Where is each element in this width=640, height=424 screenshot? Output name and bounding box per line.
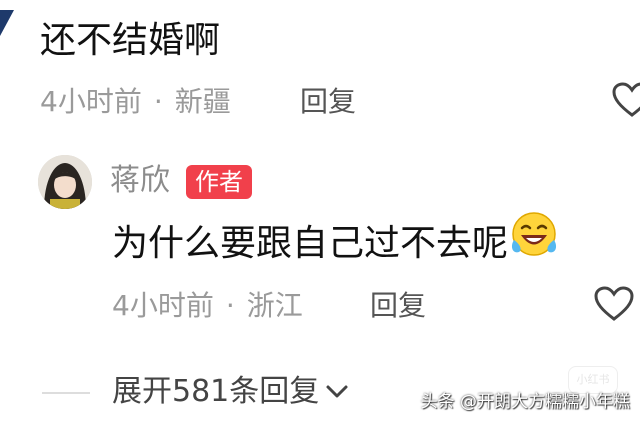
reply-button[interactable]: 回复 [370, 286, 426, 326]
avatar[interactable] [38, 155, 92, 209]
reply-text: 为什么要跟自己过不去呢 [112, 212, 558, 272]
heart-outline-icon[interactable] [612, 82, 640, 122]
comment-meta: 4小时前 · 新疆 [40, 82, 231, 122]
author-name[interactable]: 蒋欣 [110, 160, 170, 202]
expand-replies-button[interactable]: 展开581条回复 [112, 370, 349, 414]
reply-time: 4小时前 [112, 289, 214, 322]
reply-button[interactable]: 回复 [300, 82, 356, 122]
chevron-down-icon [325, 369, 349, 413]
meta-separator: · [225, 289, 235, 322]
expand-replies-label: 展开581条回复 [112, 374, 320, 409]
reply-location: 浙江 [246, 289, 303, 322]
meta-separator: · [153, 85, 163, 118]
corner-marker [0, 10, 14, 36]
heart-outline-icon[interactable] [594, 286, 634, 326]
reply-meta: 4小时前 · 浙江 [112, 286, 303, 326]
reply-text-content: 为什么要跟自己过不去呢 [112, 223, 509, 264]
laughing-crying-emoji-icon [510, 210, 558, 272]
author-badge: 作者 [186, 165, 252, 199]
comment-text: 还不结婚啊 [40, 20, 221, 61]
expand-divider [42, 392, 90, 394]
comment-location: 新疆 [174, 85, 231, 118]
comment-time: 4小时前 [40, 85, 142, 118]
source-watermark: 头条 @开朗大方糯糯小年糕 [420, 392, 630, 412]
